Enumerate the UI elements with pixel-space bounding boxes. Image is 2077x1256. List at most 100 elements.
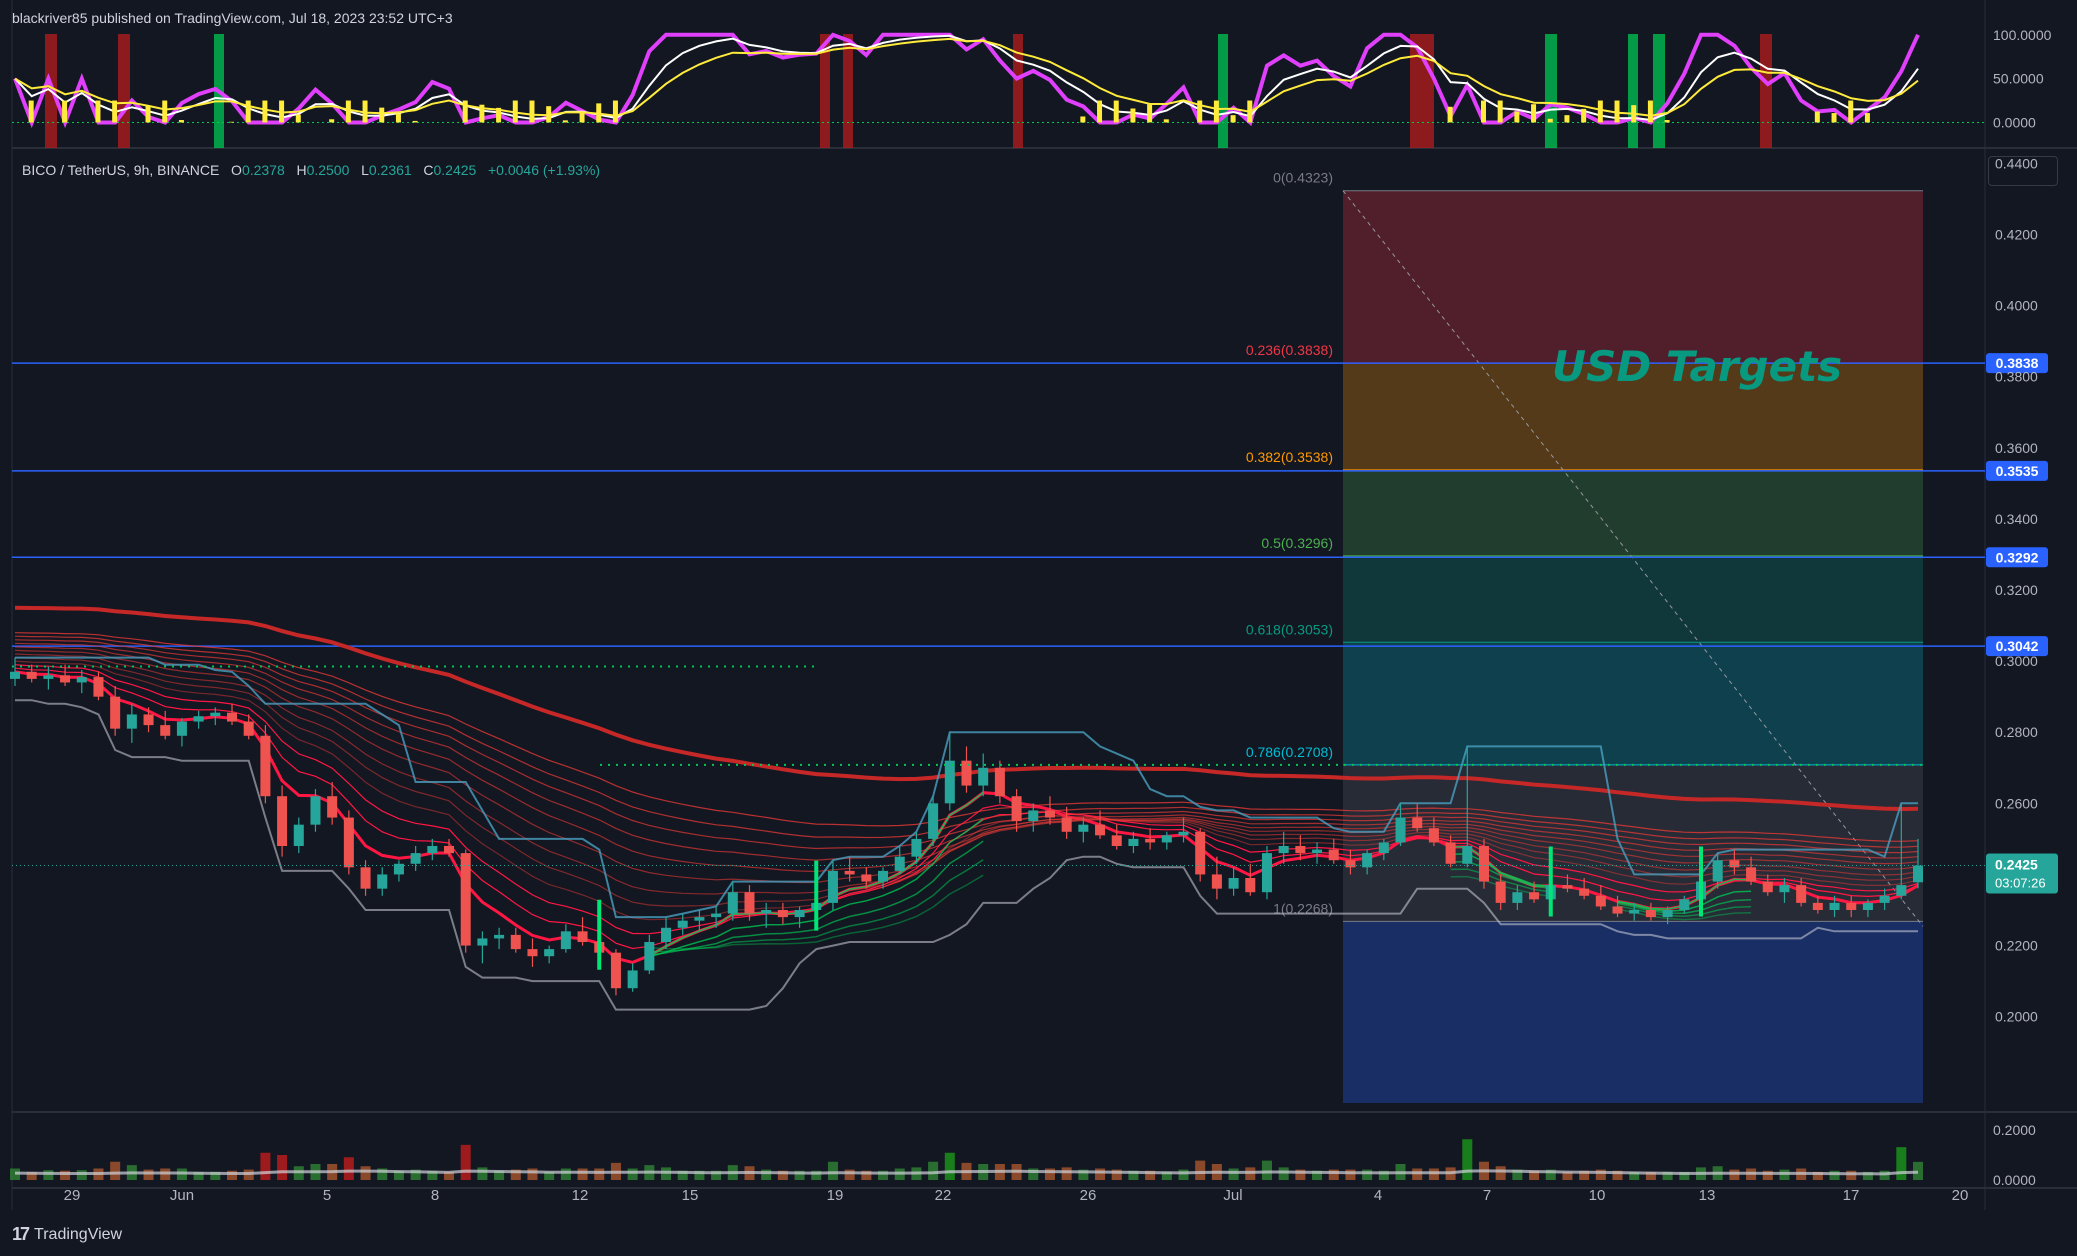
- oscillator-hist-bar: [395, 113, 401, 123]
- oscillator-hist-bar: [1230, 115, 1236, 123]
- candle-body: [1478, 846, 1489, 882]
- candle: [1478, 838, 1489, 889]
- volume-tick: 0.0000: [1993, 1172, 2036, 1188]
- price-scale-button[interactable]: [1988, 156, 2058, 186]
- candle-body: [227, 712, 238, 722]
- oscillator-hist-bar: [1163, 119, 1169, 123]
- oscillator-hist-bar: [1864, 113, 1870, 123]
- tradingview-footer[interactable]: 17 TradingView: [12, 1224, 122, 1245]
- fib-label-0: 0(0.4323): [1273, 170, 1333, 186]
- time-label: 29: [64, 1187, 81, 1204]
- volume-bar: [1195, 1160, 1206, 1180]
- oscillator-hist-bar: [1631, 105, 1637, 123]
- symbol-legend[interactable]: BICO / TetherUS, 9h, BINANCE O0.2378 H0.…: [22, 162, 600, 178]
- candle-body: [961, 760, 972, 786]
- candle: [410, 846, 421, 871]
- candle: [1261, 846, 1272, 900]
- symbol-name[interactable]: BICO / TetherUS, 9h, BINANCE: [22, 162, 219, 178]
- candle-body: [1829, 902, 1840, 910]
- oscillator-tick: 0.0000: [1993, 114, 2036, 130]
- volume-bar: [560, 1168, 571, 1180]
- candle: [1228, 867, 1239, 896]
- candle: [343, 810, 354, 875]
- candle-body: [744, 892, 755, 914]
- candle-body: [43, 675, 54, 679]
- time-label: Jul: [1223, 1187, 1242, 1204]
- trading-chart[interactable]: 0(0.4323) 0.236(0.3838) 0.382(0.3538) 0.5(0…: [0, 0, 2077, 1256]
- close-value: 0.2425: [433, 162, 477, 178]
- time-label: 15: [682, 1187, 699, 1204]
- volume-bar: [143, 1169, 154, 1180]
- oscillator-hist-bar: [1531, 104, 1537, 123]
- candle: [510, 927, 521, 953]
- volume-bar: [577, 1168, 588, 1180]
- tradingview-logo-icon: 17: [12, 1224, 30, 1244]
- candle-body: [644, 942, 655, 971]
- price-tick: 0.2200: [1995, 938, 2038, 954]
- fib-zone-0: [1343, 190, 1923, 364]
- oscillator-hist-bar: [1848, 100, 1854, 123]
- oscillator-hist-bar: [1497, 100, 1503, 123]
- fib-zone-0.382: [1343, 469, 1923, 556]
- oscillator-hist-bar: [62, 100, 68, 123]
- oscillator-hist-bar: [1814, 111, 1820, 123]
- low-label: L: [361, 162, 369, 178]
- time-label: 17: [1843, 1187, 1860, 1204]
- candle-body: [1278, 846, 1289, 854]
- oscillator-hist-bar: [1447, 106, 1453, 123]
- candle-body: [777, 910, 788, 918]
- price-tick: 0.3400: [1995, 511, 2038, 527]
- candle: [494, 927, 505, 950]
- candle-body: [1595, 895, 1606, 907]
- volume-bar: [1228, 1168, 1239, 1180]
- candle-body: [794, 910, 805, 918]
- price-tick: 0.3600: [1995, 440, 2038, 456]
- volume-bar: [1896, 1147, 1907, 1180]
- tradingview-brand: TradingView: [34, 1225, 123, 1243]
- volume-bar: [928, 1161, 939, 1180]
- volume-bar: [1061, 1167, 1072, 1180]
- candle: [644, 934, 655, 974]
- candle: [978, 753, 989, 797]
- oscillator-hist-bar: [1213, 100, 1219, 123]
- candle-body: [1328, 849, 1339, 861]
- fib-zone-0.5: [1343, 555, 1923, 643]
- close-label: C: [423, 162, 434, 178]
- oscillator-signal-bar: [1628, 34, 1638, 148]
- price-label: 0.3535: [1996, 463, 2039, 479]
- candle-body: [60, 675, 71, 683]
- time-label: 19: [827, 1187, 844, 1204]
- usd-targets-annotation[interactable]: USD Targets: [1552, 342, 1842, 391]
- candle-body: [176, 721, 187, 736]
- price-tick: 0.3000: [1995, 653, 2038, 669]
- oscillator-hist-bar: [229, 121, 235, 123]
- oscillator-signal-bar: [1218, 34, 1228, 148]
- candle-body: [894, 856, 905, 871]
- candle-body: [1662, 910, 1673, 918]
- candle: [1312, 842, 1323, 864]
- candle-body: [1428, 828, 1439, 843]
- time-label: 22: [935, 1187, 952, 1204]
- oscillator-hist-bar: [1614, 100, 1620, 123]
- oscillator-hist-bar: [178, 120, 184, 123]
- oscillator-hist-bar: [546, 106, 552, 123]
- candle-body: [1812, 902, 1823, 910]
- candle-body: [460, 853, 471, 946]
- oscillator-hist-bar: [1647, 100, 1653, 123]
- volume-bar: [460, 1144, 471, 1180]
- fib-label-0.382: 0.382(0.3538): [1246, 449, 1333, 465]
- candle-body: [711, 913, 722, 918]
- oscillator-hist-bar: [112, 100, 118, 123]
- oscillator-hist-bar: [562, 120, 568, 123]
- oscillator-hist-bar: [379, 107, 385, 123]
- volume-bar: [343, 1157, 354, 1180]
- oscillator-hist-bar: [1480, 100, 1486, 123]
- candle-body: [1245, 878, 1256, 893]
- candle-body: [1912, 865, 1924, 883]
- change-value: +0.0046 (+1.93%): [487, 162, 601, 178]
- volume-bar: [1412, 1168, 1423, 1180]
- candle-body: [126, 714, 137, 729]
- candle-body: [911, 838, 922, 857]
- oscillator-hist-bar: [295, 114, 301, 123]
- volume-bar: [76, 1170, 87, 1180]
